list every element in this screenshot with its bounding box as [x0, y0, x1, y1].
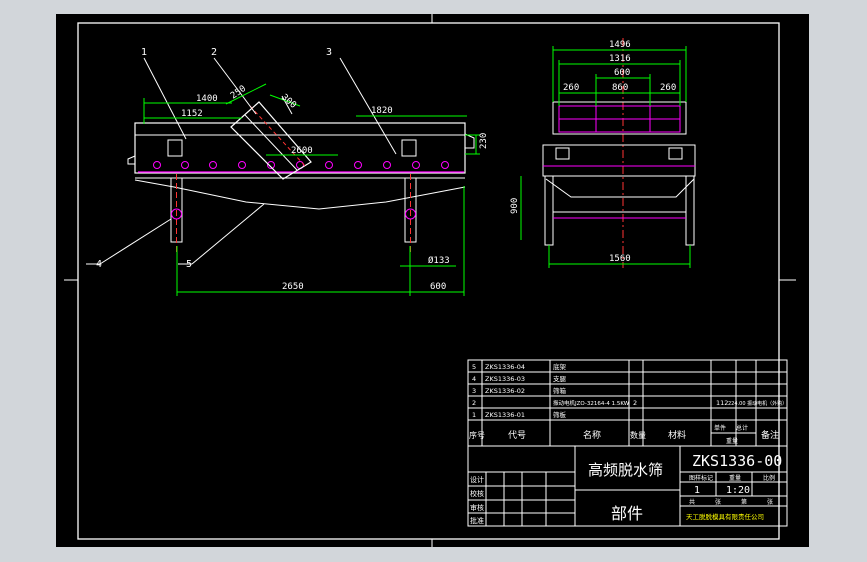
role-label: 校核: [470, 489, 484, 498]
sheet-label: 第: [741, 498, 747, 506]
leader-label: 1: [141, 47, 147, 58]
drawing-subtitle: 部件: [611, 504, 643, 523]
row-name: 支腿: [553, 374, 567, 383]
leader-2: [213, 57, 257, 115]
header-code: 代号: [508, 430, 526, 441]
drawing-title: 高频脱水筛: [588, 461, 663, 479]
vibrating-motor: [230, 101, 312, 180]
header-qty: 数量: [630, 430, 646, 440]
dim-text: 860: [612, 83, 628, 93]
qty-value: 1: [694, 485, 700, 496]
dim-text: 2600: [291, 146, 313, 156]
header-single: 单件: [714, 424, 726, 432]
spring-seat-right: [401, 139, 417, 157]
row-no: 4: [472, 375, 476, 383]
role-label: 设计: [470, 475, 484, 484]
row-name: 筛箱: [553, 386, 567, 395]
side-leg-l: [544, 175, 554, 246]
header-note: 备注: [761, 429, 779, 441]
header-material: 材料: [668, 429, 686, 441]
row-code: ZKS1336-01: [485, 411, 525, 419]
row-no: 2: [472, 399, 476, 407]
dim-text: 1496: [609, 40, 631, 50]
leader-label: 2: [211, 47, 217, 58]
leader-4: [99, 218, 172, 265]
role-label: 批准: [470, 516, 484, 525]
row-code: ZKS1336-02: [485, 387, 525, 395]
dim-text: 1152: [181, 109, 203, 119]
row-name: 底架: [553, 362, 567, 371]
dim-text: 1820: [371, 106, 393, 116]
dim-text: 230: [479, 133, 489, 149]
header-no: 序号: [469, 430, 485, 440]
dim-text: 260: [660, 83, 676, 93]
header-total: 总计: [736, 424, 748, 432]
role-label: 审核: [470, 503, 484, 512]
col-label: 图样标记: [689, 474, 713, 482]
dim-text: 300: [279, 93, 298, 111]
discharge-lip: [464, 133, 475, 149]
header-weight: 重量: [726, 437, 738, 445]
parts-rows: 5 ZKS1336-04 底架 4 ZKS1336-03 支腿 3 ZKS133…: [472, 362, 787, 419]
side-spring-r: [668, 147, 683, 160]
row-no: 1: [472, 411, 476, 419]
dim-text: 600: [430, 282, 446, 292]
sheet-label: 张: [767, 498, 773, 506]
leader-label: 5: [186, 259, 192, 270]
dim-text: 600: [614, 68, 630, 78]
drawing-sheet: 1 2 3 4 5 1400 1152 250 300 1820 230 260…: [64, 14, 796, 547]
motor-block: [552, 101, 687, 135]
company-name: 天工脱脱模具有限责任公司: [686, 512, 764, 521]
row-code: ZKS1336-03: [485, 375, 525, 383]
dim-text: 900: [510, 198, 520, 214]
side-box: [542, 144, 696, 177]
col-label: 比例: [763, 474, 775, 482]
parts-headers: 序号 代号 名称 数量 材料 单件 总计 重量 备注: [469, 424, 779, 445]
row-name: 筛板: [553, 410, 567, 419]
scale-value: 1:20: [726, 485, 750, 496]
side-hopper: [545, 178, 695, 198]
dim-text: Ø133: [428, 255, 450, 266]
dim-text: 1560: [609, 254, 631, 264]
leader-1: [143, 57, 187, 140]
side-view: 1496 1316 600 260 860 260 900 1560: [510, 38, 696, 268]
row-no: 5: [472, 363, 476, 371]
feed-lip: [127, 155, 136, 165]
row-weight: 112: [716, 399, 728, 407]
sheet-label: 共: [689, 498, 695, 506]
row-code: ZKS1336-04: [485, 363, 525, 371]
side-spring-l: [555, 147, 570, 160]
dim-text: 260: [563, 83, 579, 93]
header-name: 名称: [583, 429, 601, 441]
col-label: 重量: [729, 474, 741, 482]
drawing-canvas: 1 2 3 4 5 1400 1152 250 300 1820 230 260…: [56, 14, 809, 547]
motor-centerline: [249, 105, 307, 168]
dim-text: 1316: [609, 54, 631, 64]
drawing-number: ZKS1336-00: [692, 452, 782, 470]
spring-seat-left: [167, 139, 183, 157]
row-name: 振动电机JZO-32164-4 1.5KW: [553, 399, 630, 407]
dim-text: 1400: [196, 94, 218, 104]
row-note: 224.00 振动电机（外购）: [728, 400, 787, 407]
leader-label: 3: [326, 47, 332, 58]
inner-frame: [77, 22, 780, 540]
row-no: 3: [472, 387, 476, 395]
leader-label: 4: [96, 259, 102, 270]
row-qty: 2: [633, 399, 637, 407]
dim-text: 2650: [282, 282, 304, 292]
leader-5: [191, 203, 265, 265]
sheet-label: 张: [715, 498, 721, 506]
front-view: 1 2 3 4 5 1400 1152 250 300 1820 230 260…: [86, 47, 489, 296]
